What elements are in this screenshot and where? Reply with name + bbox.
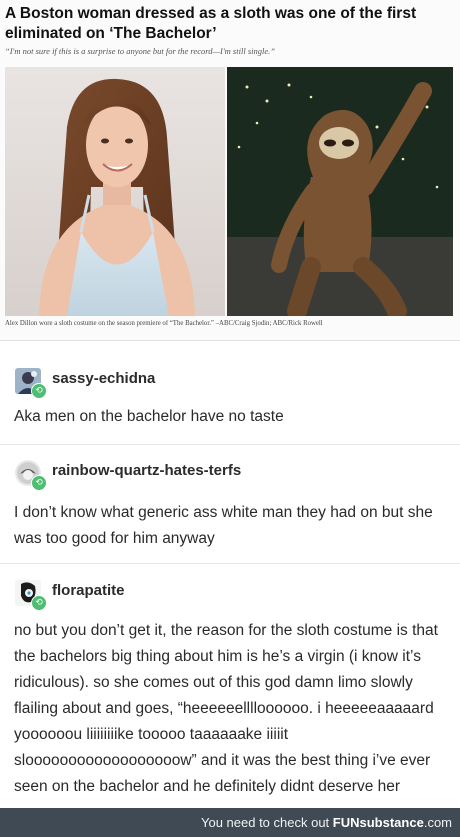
reblog-icon: ⟲ xyxy=(31,383,47,399)
avatar-sassy-echidna[interactable]: ⟲ xyxy=(15,368,47,399)
article-headline: A Boston woman dressed as a sloth was on… xyxy=(5,5,417,42)
username[interactable]: sassy-echidna xyxy=(52,370,155,387)
post-text: I don’t know what generic ass white man … xyxy=(14,504,433,547)
avatar-florapatite[interactable]: ⟲ xyxy=(15,580,47,611)
watermark-footer: You need to check out FUNsubstance.com xyxy=(0,808,460,837)
photo-caption: Alex Dillon wore a sloth costume on the … xyxy=(5,320,323,327)
divider xyxy=(0,444,460,445)
footer-brand: FUNsubstance xyxy=(332,815,424,830)
username[interactable]: florapatite xyxy=(52,582,125,599)
footer-domain: .com xyxy=(423,815,452,830)
reblog-icon: ⟲ xyxy=(31,595,47,611)
reblog-icon: ⟲ xyxy=(31,475,47,491)
post-text: no but you don’t get it, the reason for … xyxy=(14,622,438,795)
article-card: A Boston woman dressed as a sloth was on… xyxy=(0,0,460,341)
avatar-rainbow-quartz-hates-terfs[interactable]: ⟲ xyxy=(15,460,47,491)
divider xyxy=(0,563,460,564)
woman-photo xyxy=(5,67,225,316)
footer-lead: You need to check out xyxy=(200,815,330,830)
username[interactable]: rainbow-quartz-hates-terfs xyxy=(52,462,241,479)
sloth-costume-photo xyxy=(227,67,453,316)
post-text: Aka men on the bachelor have no taste xyxy=(14,408,284,425)
article-subquote: “I'm not sure if this is a surprise to a… xyxy=(5,46,275,56)
footer-text: You need to check out FUNsubstance.com xyxy=(201,815,452,830)
